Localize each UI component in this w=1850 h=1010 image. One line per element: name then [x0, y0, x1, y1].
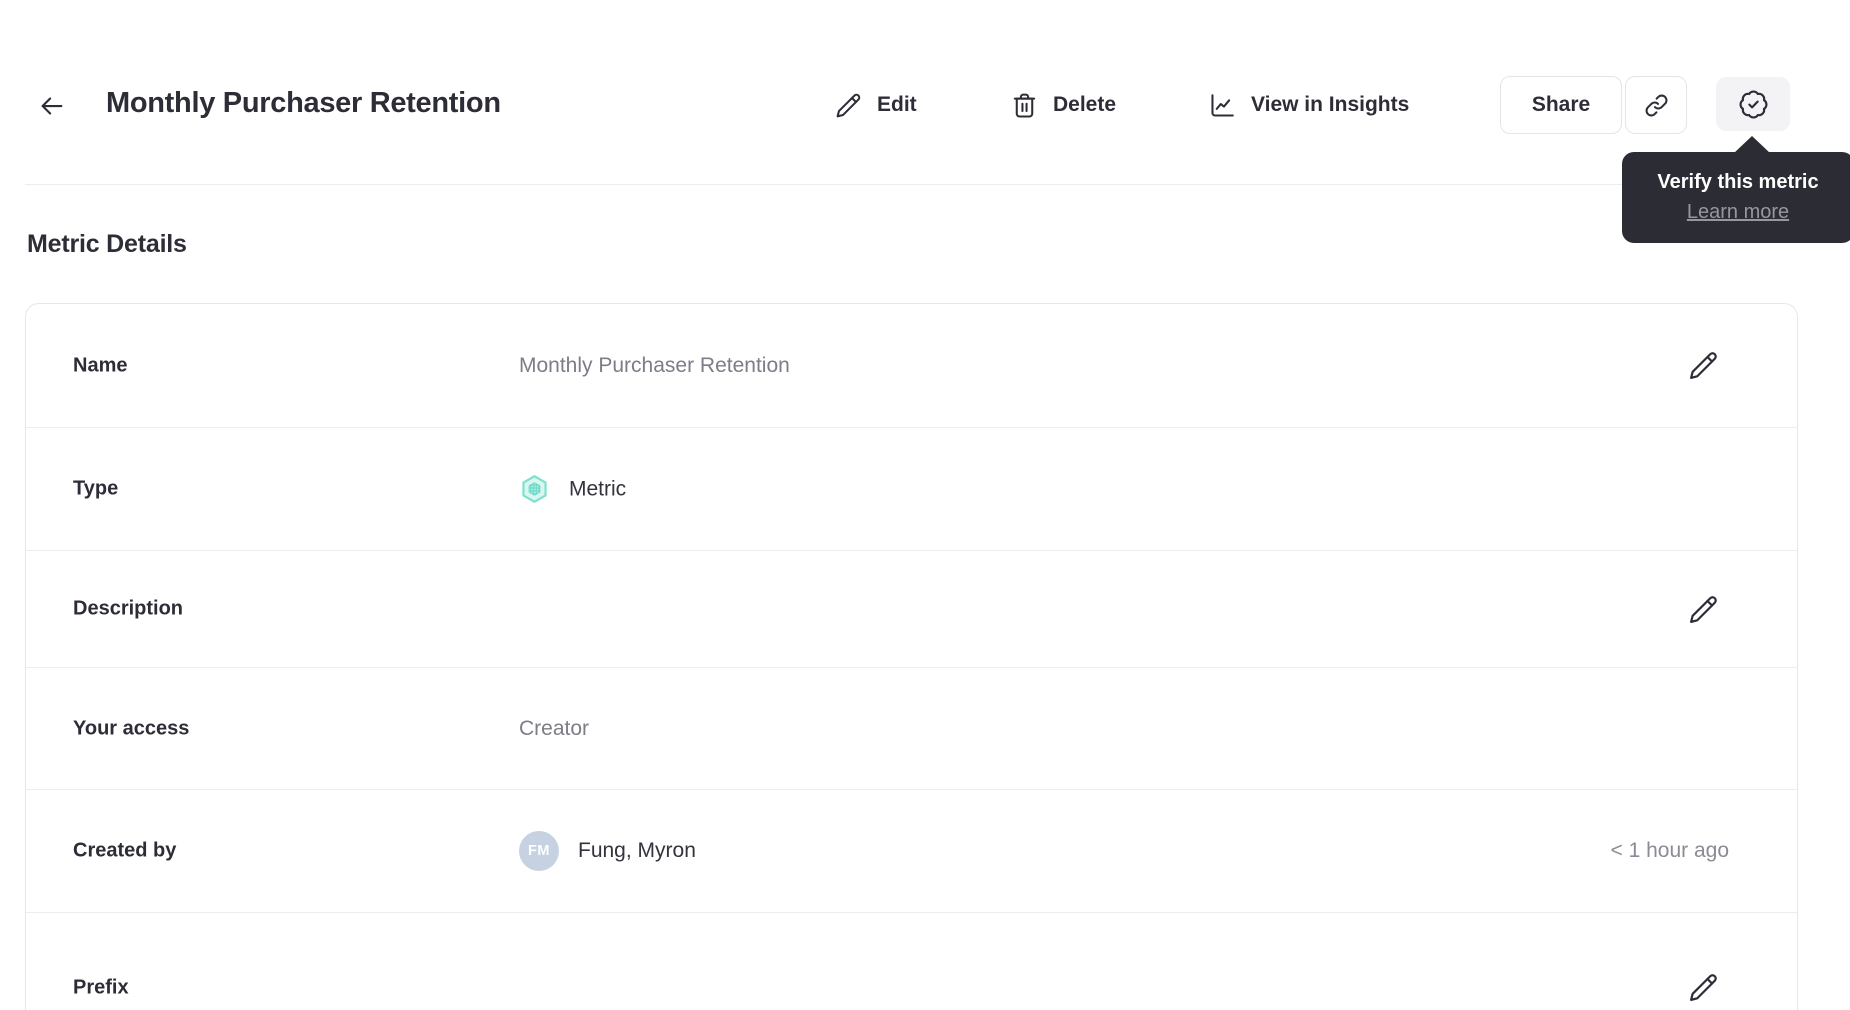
row-value: Creator: [519, 716, 590, 740]
delete-label: Delete: [1053, 93, 1117, 116]
row-label: Name: [73, 354, 128, 376]
link-icon: [1643, 92, 1670, 119]
metric-details-page: Monthly Purchaser Retention Edit Delete …: [0, 0, 1850, 1010]
detail-row-description: Description: [26, 551, 1797, 668]
row-label: Created by: [73, 839, 177, 862]
section-title: Metric Details: [27, 230, 187, 258]
detail-row-prefix: Prefix: [26, 913, 1797, 1010]
detail-row-name: Name Monthly Purchaser Retention: [26, 304, 1797, 428]
pencil-icon: [1687, 593, 1720, 626]
header-divider: [25, 184, 1850, 185]
learn-more-link[interactable]: Learn more: [1687, 198, 1789, 227]
back-button[interactable]: [34, 88, 70, 124]
edit-label: Edit: [877, 93, 917, 116]
tooltip-arrow: [1734, 136, 1770, 153]
detail-row-your-access: Your access Creator: [26, 668, 1797, 790]
row-label: Type: [73, 477, 119, 500]
arrow-left-icon: [37, 91, 67, 121]
delete-button[interactable]: Delete: [1010, 88, 1116, 122]
row-value: Metric: [569, 477, 627, 500]
verify-tooltip: Verify this metric Learn more: [1622, 136, 1850, 243]
edit-description-button[interactable]: [1683, 589, 1723, 629]
metric-hexagon-icon: [519, 474, 550, 505]
trash-icon: [1010, 91, 1039, 120]
row-label: Prefix: [73, 976, 129, 998]
row-label: Your access: [73, 717, 190, 739]
row-value: Monthly Purchaser Retention: [519, 353, 790, 377]
verify-metric-button[interactable]: [1716, 77, 1790, 131]
view-in-insights-label: View in Insights: [1251, 93, 1410, 116]
edit-button[interactable]: Edit: [834, 88, 917, 122]
tooltip-title: Verify this metric: [1657, 171, 1819, 193]
avatar: FM: [519, 831, 559, 871]
row-value: Fung, Myron: [578, 839, 696, 862]
edit-name-button[interactable]: [1683, 346, 1723, 386]
verified-badge-icon: [1738, 89, 1769, 120]
edit-prefix-button[interactable]: [1683, 968, 1723, 1008]
page-title: Monthly Purchaser Retention: [106, 87, 501, 119]
pencil-icon: [834, 91, 863, 120]
metric-details-card: Name Monthly Purchaser Retention Type Me…: [25, 303, 1798, 1010]
line-chart-icon: [1208, 91, 1237, 120]
row-label: Description: [73, 597, 184, 620]
detail-row-type: Type Metric: [26, 428, 1797, 551]
created-time: < 1 hour ago: [1610, 839, 1729, 862]
pencil-icon: [1687, 971, 1720, 1004]
detail-row-created-by: Created by FM Fung, Myron < 1 hour ago: [26, 790, 1797, 913]
page-header: Monthly Purchaser Retention Edit Delete …: [0, 0, 1850, 185]
copy-link-button[interactable]: [1625, 76, 1687, 134]
pencil-icon: [1687, 349, 1720, 382]
share-button[interactable]: Share: [1500, 76, 1622, 134]
view-in-insights-button[interactable]: View in Insights: [1208, 88, 1409, 122]
